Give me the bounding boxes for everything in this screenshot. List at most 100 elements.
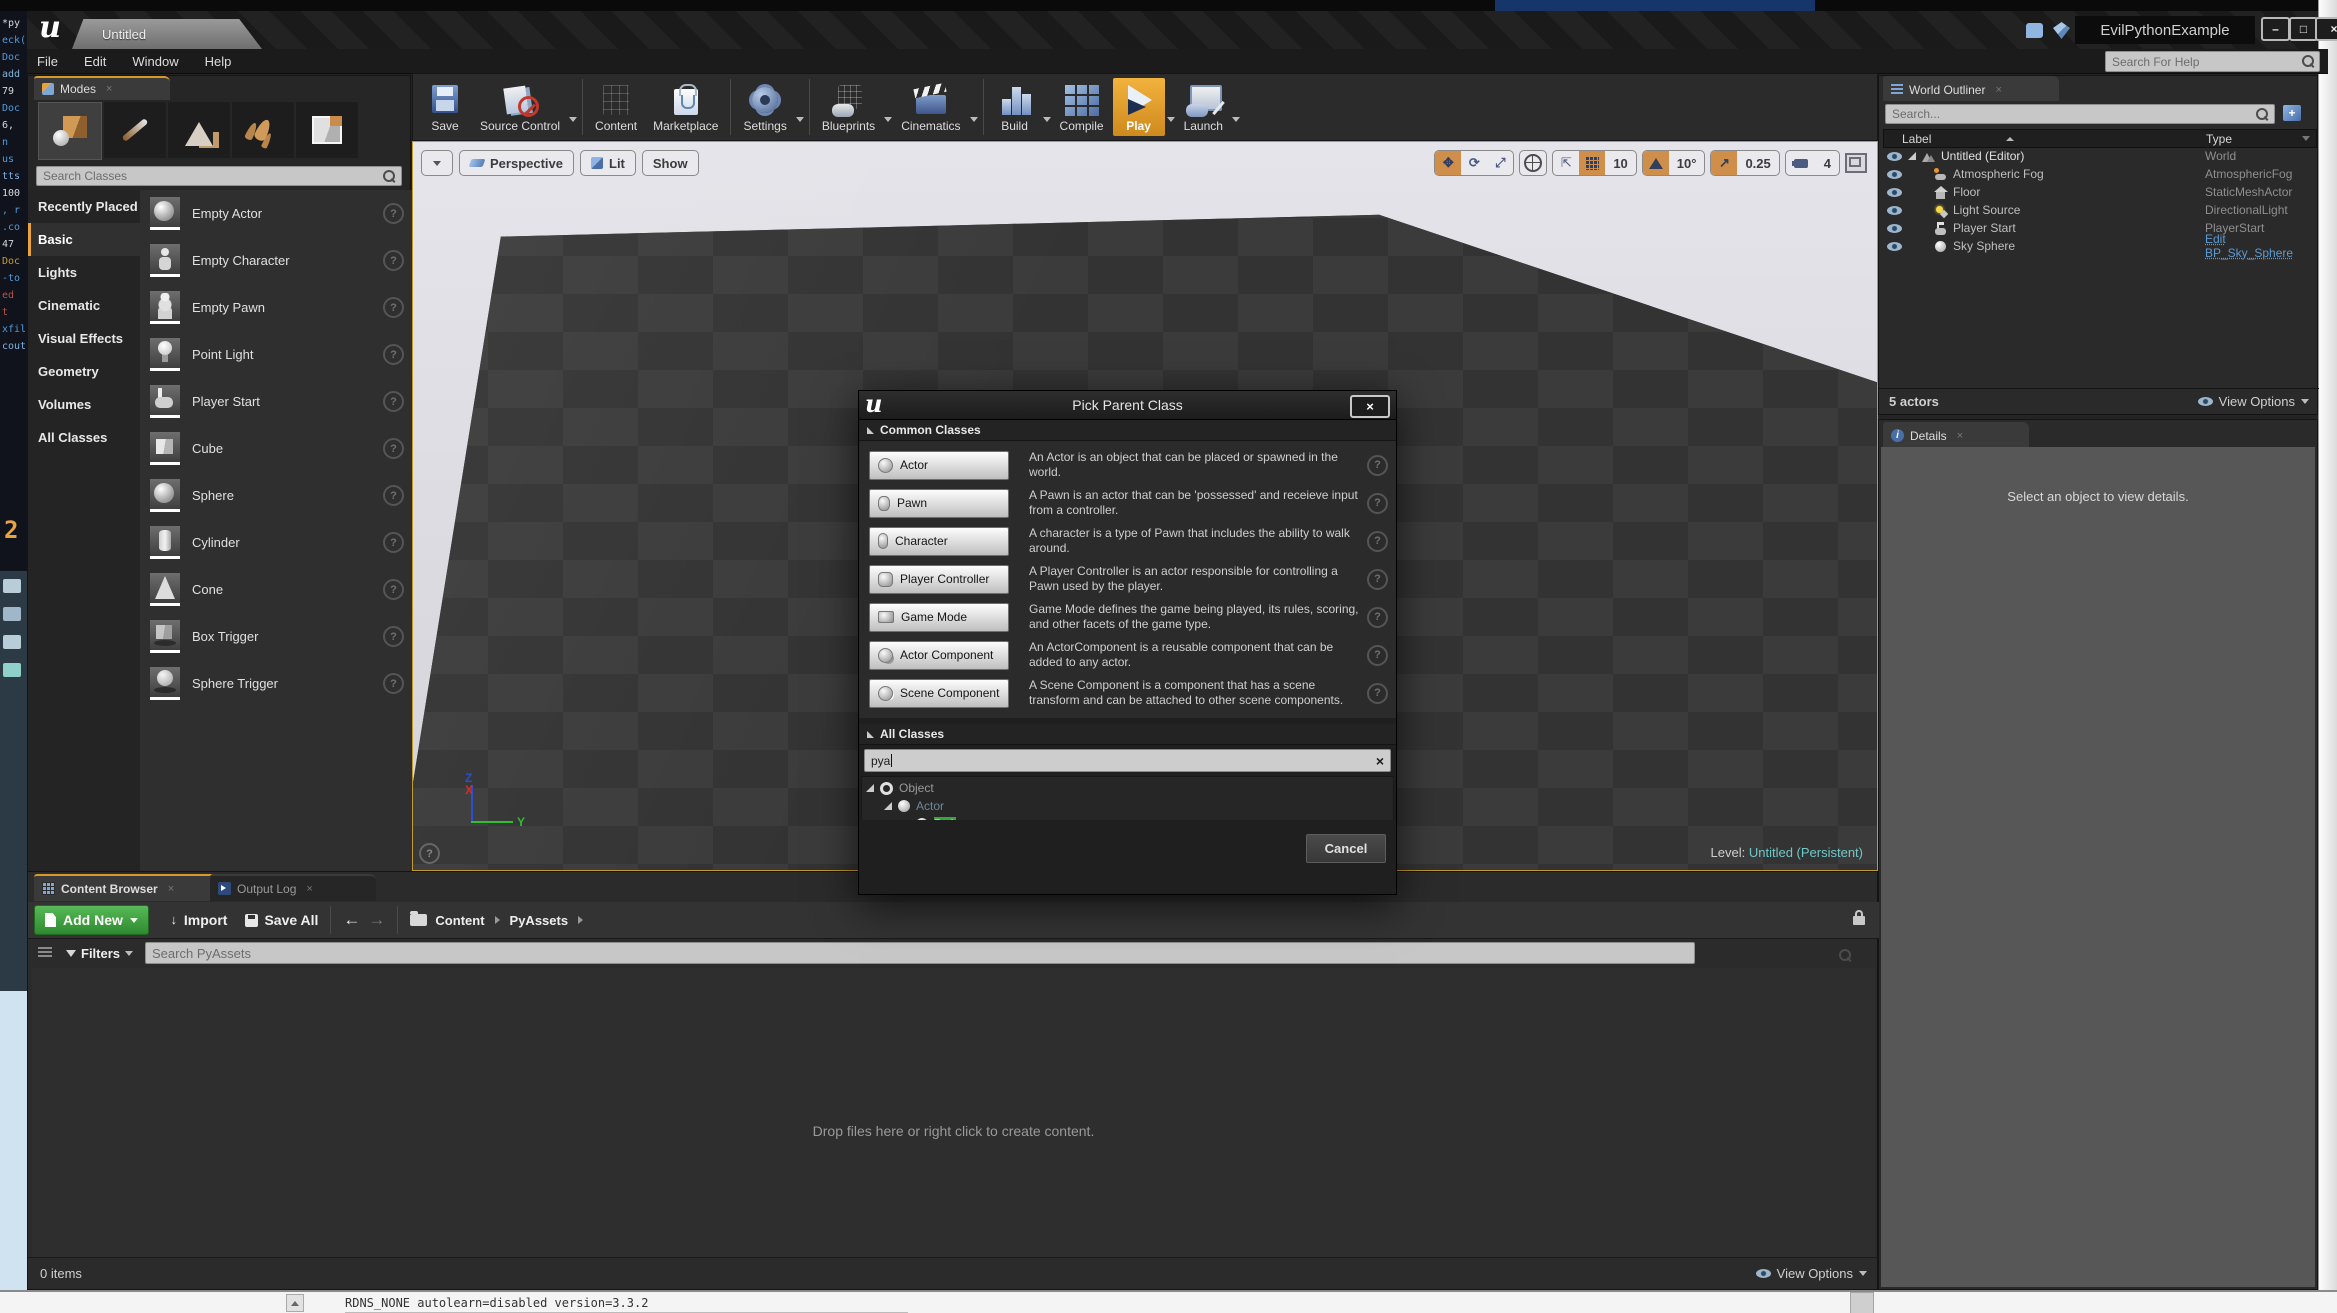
source-control-button[interactable]: Source Control xyxy=(473,78,567,136)
filters-label[interactable]: Filters xyxy=(81,946,120,961)
tab-output-log[interactable]: Output Log × xyxy=(210,874,376,901)
visibility-eye-icon[interactable] xyxy=(1887,223,1902,233)
camera-speed-button[interactable] xyxy=(1786,151,1816,175)
tab-close-icon[interactable]: × xyxy=(168,883,174,895)
class-search-box[interactable]: pya × xyxy=(864,749,1391,772)
place-item-box-trigger[interactable]: Box Trigger ? xyxy=(140,613,412,660)
category-volumes[interactable]: Volumes xyxy=(28,388,140,421)
background-scrollbar[interactable] xyxy=(1850,1292,1874,1313)
help-icon[interactable]: ? xyxy=(383,532,404,553)
expander-icon[interactable] xyxy=(866,784,874,792)
help-icon[interactable]: ? xyxy=(1367,454,1388,476)
outliner-row-atmospheric-fog[interactable]: Atmospheric Fog AtmosphericFog xyxy=(1883,165,2315,183)
class-row-scene-component[interactable]: Scene Component A Scene Component is a c… xyxy=(859,674,1396,712)
dialog-close-button[interactable]: × xyxy=(1350,395,1390,418)
help-icon[interactable]: ? xyxy=(383,250,404,271)
visibility-eye-icon[interactable] xyxy=(1887,151,1902,161)
import-button[interactable]: ← Import xyxy=(164,912,228,928)
breadcrumb-pyassets[interactable]: PyAssets xyxy=(510,913,569,928)
outliner-row-light-source[interactable]: Light Source DirectionalLight xyxy=(1883,201,2315,219)
tab-modes[interactable]: Modes × xyxy=(34,76,170,100)
visibility-eye-icon[interactable] xyxy=(1887,187,1902,197)
mode-foliage-button[interactable] xyxy=(232,102,294,158)
camera-mode-button[interactable]: Perspective xyxy=(459,150,574,176)
outliner-view-options[interactable]: View Options xyxy=(2197,394,2309,409)
tree-row-actor[interactable]: Actor xyxy=(862,797,1393,815)
help-icon[interactable]: ? xyxy=(383,344,404,365)
scroll-up-arrow[interactable] xyxy=(286,1294,304,1312)
category-basic[interactable]: Basic xyxy=(28,223,140,256)
surface-snap-button[interactable]: ⇱ xyxy=(1553,151,1579,175)
rotate-tool-button[interactable]: ⟳ xyxy=(1461,151,1487,175)
expander-icon[interactable] xyxy=(1908,152,1916,160)
scale-snap-value[interactable]: 0.25 xyxy=(1737,156,1778,171)
all-classes-header[interactable]: All Classes xyxy=(859,724,1396,745)
lock-icon[interactable] xyxy=(1853,909,1865,925)
outliner-row-sky-sphere[interactable]: Sky Sphere Edit BP_Sky_Sphere xyxy=(1883,232,2315,260)
outliner-search-input[interactable] xyxy=(1885,104,2275,124)
category-geometry[interactable]: Geometry xyxy=(28,355,140,388)
class-row-pawn[interactable]: Pawn A Pawn is an actor that can be 'pos… xyxy=(859,484,1396,522)
menu-file[interactable]: File xyxy=(37,54,58,69)
help-icon[interactable]: ? xyxy=(383,485,404,506)
dialog-title-bar[interactable]: u Pick Parent Class × xyxy=(859,389,1396,420)
character-class-button[interactable]: Character xyxy=(869,526,1009,556)
outliner-add-icon[interactable]: + xyxy=(2283,105,2301,121)
expander-icon[interactable] xyxy=(884,802,892,810)
place-item-empty-actor[interactable]: Empty Actor ? xyxy=(140,190,412,237)
tab-content-browser[interactable]: Content Browser × xyxy=(34,874,222,901)
play-button[interactable]: Play xyxy=(1112,78,1165,136)
place-item-sphere-trigger[interactable]: Sphere Trigger ? xyxy=(140,660,412,707)
help-icon[interactable]: ? xyxy=(1367,682,1388,704)
show-button[interactable]: Show xyxy=(641,150,699,176)
mode-place-button[interactable] xyxy=(38,102,102,160)
search-classes[interactable] xyxy=(36,166,402,186)
help-search[interactable] xyxy=(2105,51,2320,72)
place-item-point-light[interactable]: Point Light ? xyxy=(140,331,412,378)
save-button[interactable]: Save xyxy=(419,78,471,136)
clear-search-icon[interactable]: × xyxy=(1376,753,1384,769)
play-dropdown-icon[interactable] xyxy=(1166,117,1175,122)
visibility-eye-icon[interactable] xyxy=(1887,205,1902,215)
help-icon[interactable]: ? xyxy=(383,673,404,694)
place-item-player-start[interactable]: Player Start ? xyxy=(140,378,412,425)
nav-forward-button[interactable]: → xyxy=(368,910,385,930)
minimize-button[interactable]: – xyxy=(2261,17,2290,41)
visibility-eye-icon[interactable] xyxy=(1887,169,1902,179)
help-icon[interactable]: ? xyxy=(383,203,404,224)
tab-world-outliner[interactable]: World Outliner × xyxy=(1883,76,2059,101)
outliner-header[interactable]: Label Type xyxy=(1883,129,2317,148)
help-icon[interactable]: ? xyxy=(383,579,404,600)
camera-speed-value[interactable]: 4 xyxy=(1816,156,1839,171)
close-button[interactable]: × xyxy=(2315,17,2337,41)
place-item-empty-pawn[interactable]: Empty Pawn ? xyxy=(140,284,412,331)
outliner-row-world[interactable]: Untitled (Editor) World xyxy=(1883,147,2315,165)
tab-close-icon[interactable]: × xyxy=(1957,430,1963,442)
maximize-viewport-button[interactable] xyxy=(1845,153,1867,173)
mode-geometry-button[interactable] xyxy=(296,102,358,158)
outliner-row-floor[interactable]: Floor StaticMeshActor xyxy=(1883,183,2315,201)
help-icon[interactable]: ? xyxy=(383,297,404,318)
class-row-actor[interactable]: Actor An Actor is an object that can be … xyxy=(859,446,1396,484)
tab-close-icon[interactable]: × xyxy=(306,883,312,895)
breadcrumb-content[interactable]: Content xyxy=(435,913,484,928)
help-icon[interactable]: ? xyxy=(383,626,404,647)
cancel-button[interactable]: Cancel xyxy=(1306,834,1386,863)
mode-paint-button[interactable] xyxy=(104,102,166,158)
blueprints-button[interactable]: Blueprints xyxy=(815,78,882,136)
viewport-options-button[interactable] xyxy=(421,150,453,176)
column-type[interactable]: Type xyxy=(2206,132,2232,146)
build-button[interactable]: Build xyxy=(989,78,1041,136)
class-row-player-controller[interactable]: Player Controller A Player Controller is… xyxy=(859,560,1396,598)
tab-close-icon[interactable]: × xyxy=(1995,84,2001,96)
source-control-dropdown-icon[interactable] xyxy=(569,117,578,122)
game-mode-class-button[interactable]: Game Mode xyxy=(869,602,1009,632)
view-mode-button[interactable]: Lit xyxy=(580,150,636,176)
place-item-sphere[interactable]: Sphere ? xyxy=(140,472,412,519)
help-icon[interactable]: ? xyxy=(383,391,404,412)
place-item-cylinder[interactable]: Cylinder ? xyxy=(140,519,412,566)
build-dropdown-icon[interactable] xyxy=(1042,117,1051,122)
search-classes-input[interactable] xyxy=(36,166,402,186)
chat-icon[interactable] xyxy=(2026,23,2043,38)
category-cinematic[interactable]: Cinematic xyxy=(28,289,140,322)
